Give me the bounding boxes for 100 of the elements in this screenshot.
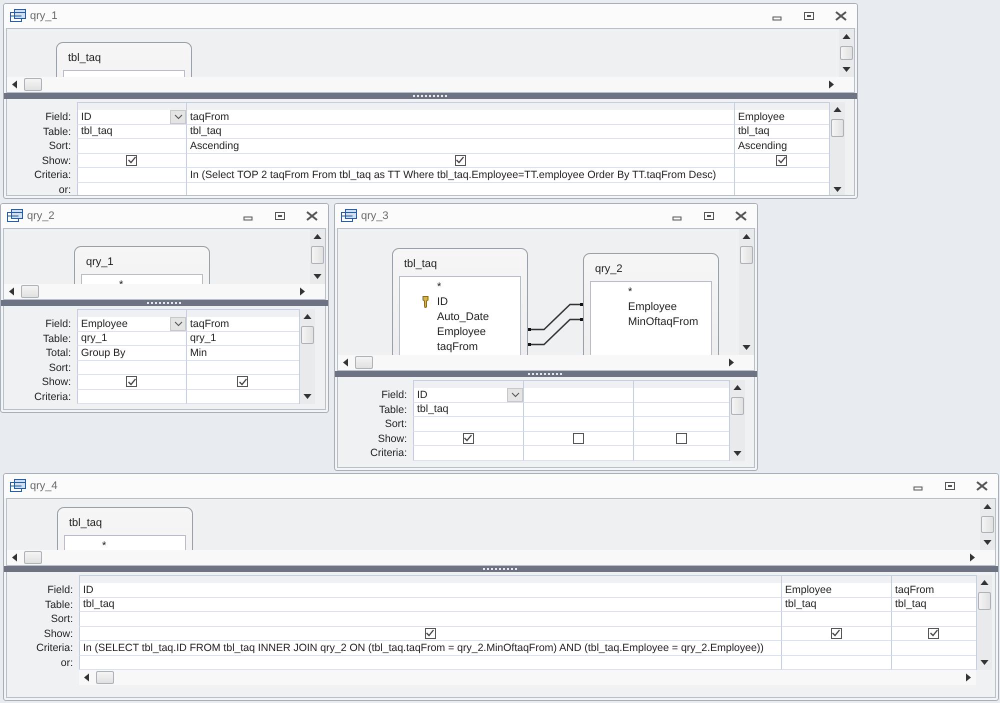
horizontal-scrollbar[interactable] xyxy=(7,550,995,565)
dropdown-button[interactable] xyxy=(507,388,523,402)
join-line[interactable] xyxy=(528,318,583,346)
checkbox[interactable] xyxy=(126,154,137,166)
grid-cell[interactable] xyxy=(781,626,891,641)
grid-cell[interactable] xyxy=(186,154,734,168)
grid-cell[interactable] xyxy=(77,154,186,168)
grid-cell[interactable]: In (Select TOP 2 taqFrom From tbl_taq as TT Where tbl_taq.Employee=TT.employee Order By TT.taqFrom Desc) xyxy=(186,168,734,182)
vertical-scrollbar[interactable] xyxy=(839,29,854,77)
vertical-scrollbar[interactable] xyxy=(310,229,325,284)
grid-cell[interactable]: qry_1 xyxy=(186,332,299,346)
grid-cell[interactable] xyxy=(633,388,729,402)
horizontal-scrollbar[interactable] xyxy=(7,77,854,92)
scroll-thumb[interactable] xyxy=(831,119,844,137)
grid-cell[interactable]: Employee xyxy=(77,317,186,332)
grid-cell[interactable] xyxy=(523,446,633,460)
checkbox[interactable] xyxy=(126,376,137,388)
checkbox[interactable] xyxy=(572,432,584,444)
horizontal-scrollbar[interactable] xyxy=(4,284,325,299)
checkbox[interactable] xyxy=(776,154,787,166)
grid-cell[interactable] xyxy=(781,656,891,670)
scroll-thumb[interactable] xyxy=(731,397,744,415)
grid-cell[interactable]: In (SELECT tbl_taq.ID FROM tbl_taq INNER JOIN qry_2 ON (tbl_taq.taqFrom = qry_2.MinOftaqFrom) AND (tbl_taq.Employee = qry_2.Employee)) xyxy=(79,641,781,656)
field-name[interactable]: * xyxy=(437,280,442,292)
scroll-thumb[interactable] xyxy=(355,356,373,369)
scroll-thumb[interactable] xyxy=(24,551,42,564)
grid-cell[interactable]: tbl_taq xyxy=(891,598,976,612)
field-name[interactable]: MinOftaqFrom xyxy=(628,316,698,328)
scroll-thumb[interactable] xyxy=(978,592,991,610)
grid-cell[interactable] xyxy=(413,417,523,432)
vertical-scrollbar[interactable] xyxy=(980,499,995,550)
checkbox[interactable] xyxy=(462,432,474,444)
grid-cell[interactable] xyxy=(734,168,829,182)
grid-cell[interactable]: tbl_taq xyxy=(79,598,781,612)
grid-cell[interactable]: taqFrom xyxy=(186,317,299,332)
grid-cell[interactable] xyxy=(186,375,299,390)
field-name[interactable]: Employee xyxy=(628,300,677,312)
grid-cell[interactable]: tbl_taq xyxy=(77,124,186,139)
grid-cell[interactable]: ID xyxy=(413,388,523,402)
scroll-thumb[interactable] xyxy=(301,326,314,344)
grid-cell[interactable] xyxy=(186,182,734,195)
grid-cell[interactable] xyxy=(781,612,891,626)
scroll-thumb[interactable] xyxy=(24,78,42,91)
grid-cell[interactable] xyxy=(77,139,186,154)
vertical-scrollbar[interactable] xyxy=(739,229,754,355)
grid-cell[interactable] xyxy=(77,360,186,375)
grid-cell[interactable] xyxy=(523,388,633,402)
grid-cell[interactable] xyxy=(79,656,781,670)
scroll-thumb[interactable] xyxy=(981,516,994,533)
field-name[interactable]: * xyxy=(102,540,106,550)
field-name[interactable]: Auto_Date xyxy=(437,310,489,322)
grid-cell[interactable]: ID xyxy=(77,110,186,124)
horizontal-scrollbar[interactable] xyxy=(338,355,754,370)
grid-cell[interactable] xyxy=(734,154,829,168)
table-box[interactable]: tbl_taq xyxy=(56,42,192,77)
grid-cell[interactable] xyxy=(413,446,523,460)
table-box[interactable]: tbl_taq * ID Auto_Date Employee taqFrom xyxy=(392,248,528,355)
grid-cell[interactable] xyxy=(186,360,299,375)
scroll-thumb[interactable] xyxy=(311,246,324,264)
checkbox[interactable] xyxy=(830,628,842,639)
grid-cell[interactable] xyxy=(79,612,781,626)
scroll-thumb[interactable] xyxy=(840,46,853,60)
grid-cell[interactable] xyxy=(633,402,729,417)
vertical-scrollbar[interactable] xyxy=(976,575,992,670)
grid-cell[interactable] xyxy=(77,168,186,182)
grid-cell[interactable]: Ascending xyxy=(186,139,734,154)
field-name[interactable]: * xyxy=(628,286,632,298)
field-name[interactable]: ID xyxy=(437,296,448,308)
grid-cell[interactable]: qry_1 xyxy=(77,332,186,346)
grid-cell[interactable] xyxy=(891,612,976,626)
grid-cell[interactable] xyxy=(633,417,729,432)
grid-cell[interactable]: tbl_taq xyxy=(186,124,734,139)
grid-cell[interactable] xyxy=(734,182,829,195)
vertical-scrollbar[interactable] xyxy=(829,102,845,195)
join-line[interactable] xyxy=(528,303,583,331)
dropdown-button[interactable] xyxy=(170,110,186,124)
grid-cell[interactable]: taqFrom xyxy=(186,110,734,124)
grid-cell[interactable]: Employee xyxy=(781,583,891,598)
grid-cell[interactable] xyxy=(891,626,976,641)
grid-cell[interactable]: tbl_taq xyxy=(781,598,891,612)
table-box[interactable]: qry_1 * xyxy=(74,246,210,284)
grid-cell[interactable] xyxy=(633,432,729,446)
vertical-scrollbar[interactable] xyxy=(299,309,315,404)
checkbox[interactable] xyxy=(676,432,686,444)
checkbox[interactable] xyxy=(424,628,436,639)
scroll-thumb[interactable] xyxy=(740,246,753,264)
grid-cell[interactable]: Group By xyxy=(77,346,186,360)
grid-cell[interactable]: ID xyxy=(79,583,781,598)
checkbox[interactable] xyxy=(928,628,939,639)
scroll-thumb[interactable] xyxy=(96,671,114,684)
dropdown-button[interactable] xyxy=(170,316,186,331)
field-name[interactable]: taqFrom xyxy=(437,340,478,352)
vertical-scrollbar[interactable] xyxy=(729,380,745,460)
field-name[interactable]: Employee xyxy=(437,326,486,338)
grid-cell[interactable] xyxy=(781,641,891,656)
grid-cell[interactable]: taqFrom xyxy=(891,583,976,598)
table-box[interactable]: qry_2 * Employee MinOftaqFrom xyxy=(583,253,719,355)
grid-cell[interactable] xyxy=(523,432,633,446)
grid-cell[interactable] xyxy=(523,402,633,417)
checkbox[interactable] xyxy=(237,376,248,388)
